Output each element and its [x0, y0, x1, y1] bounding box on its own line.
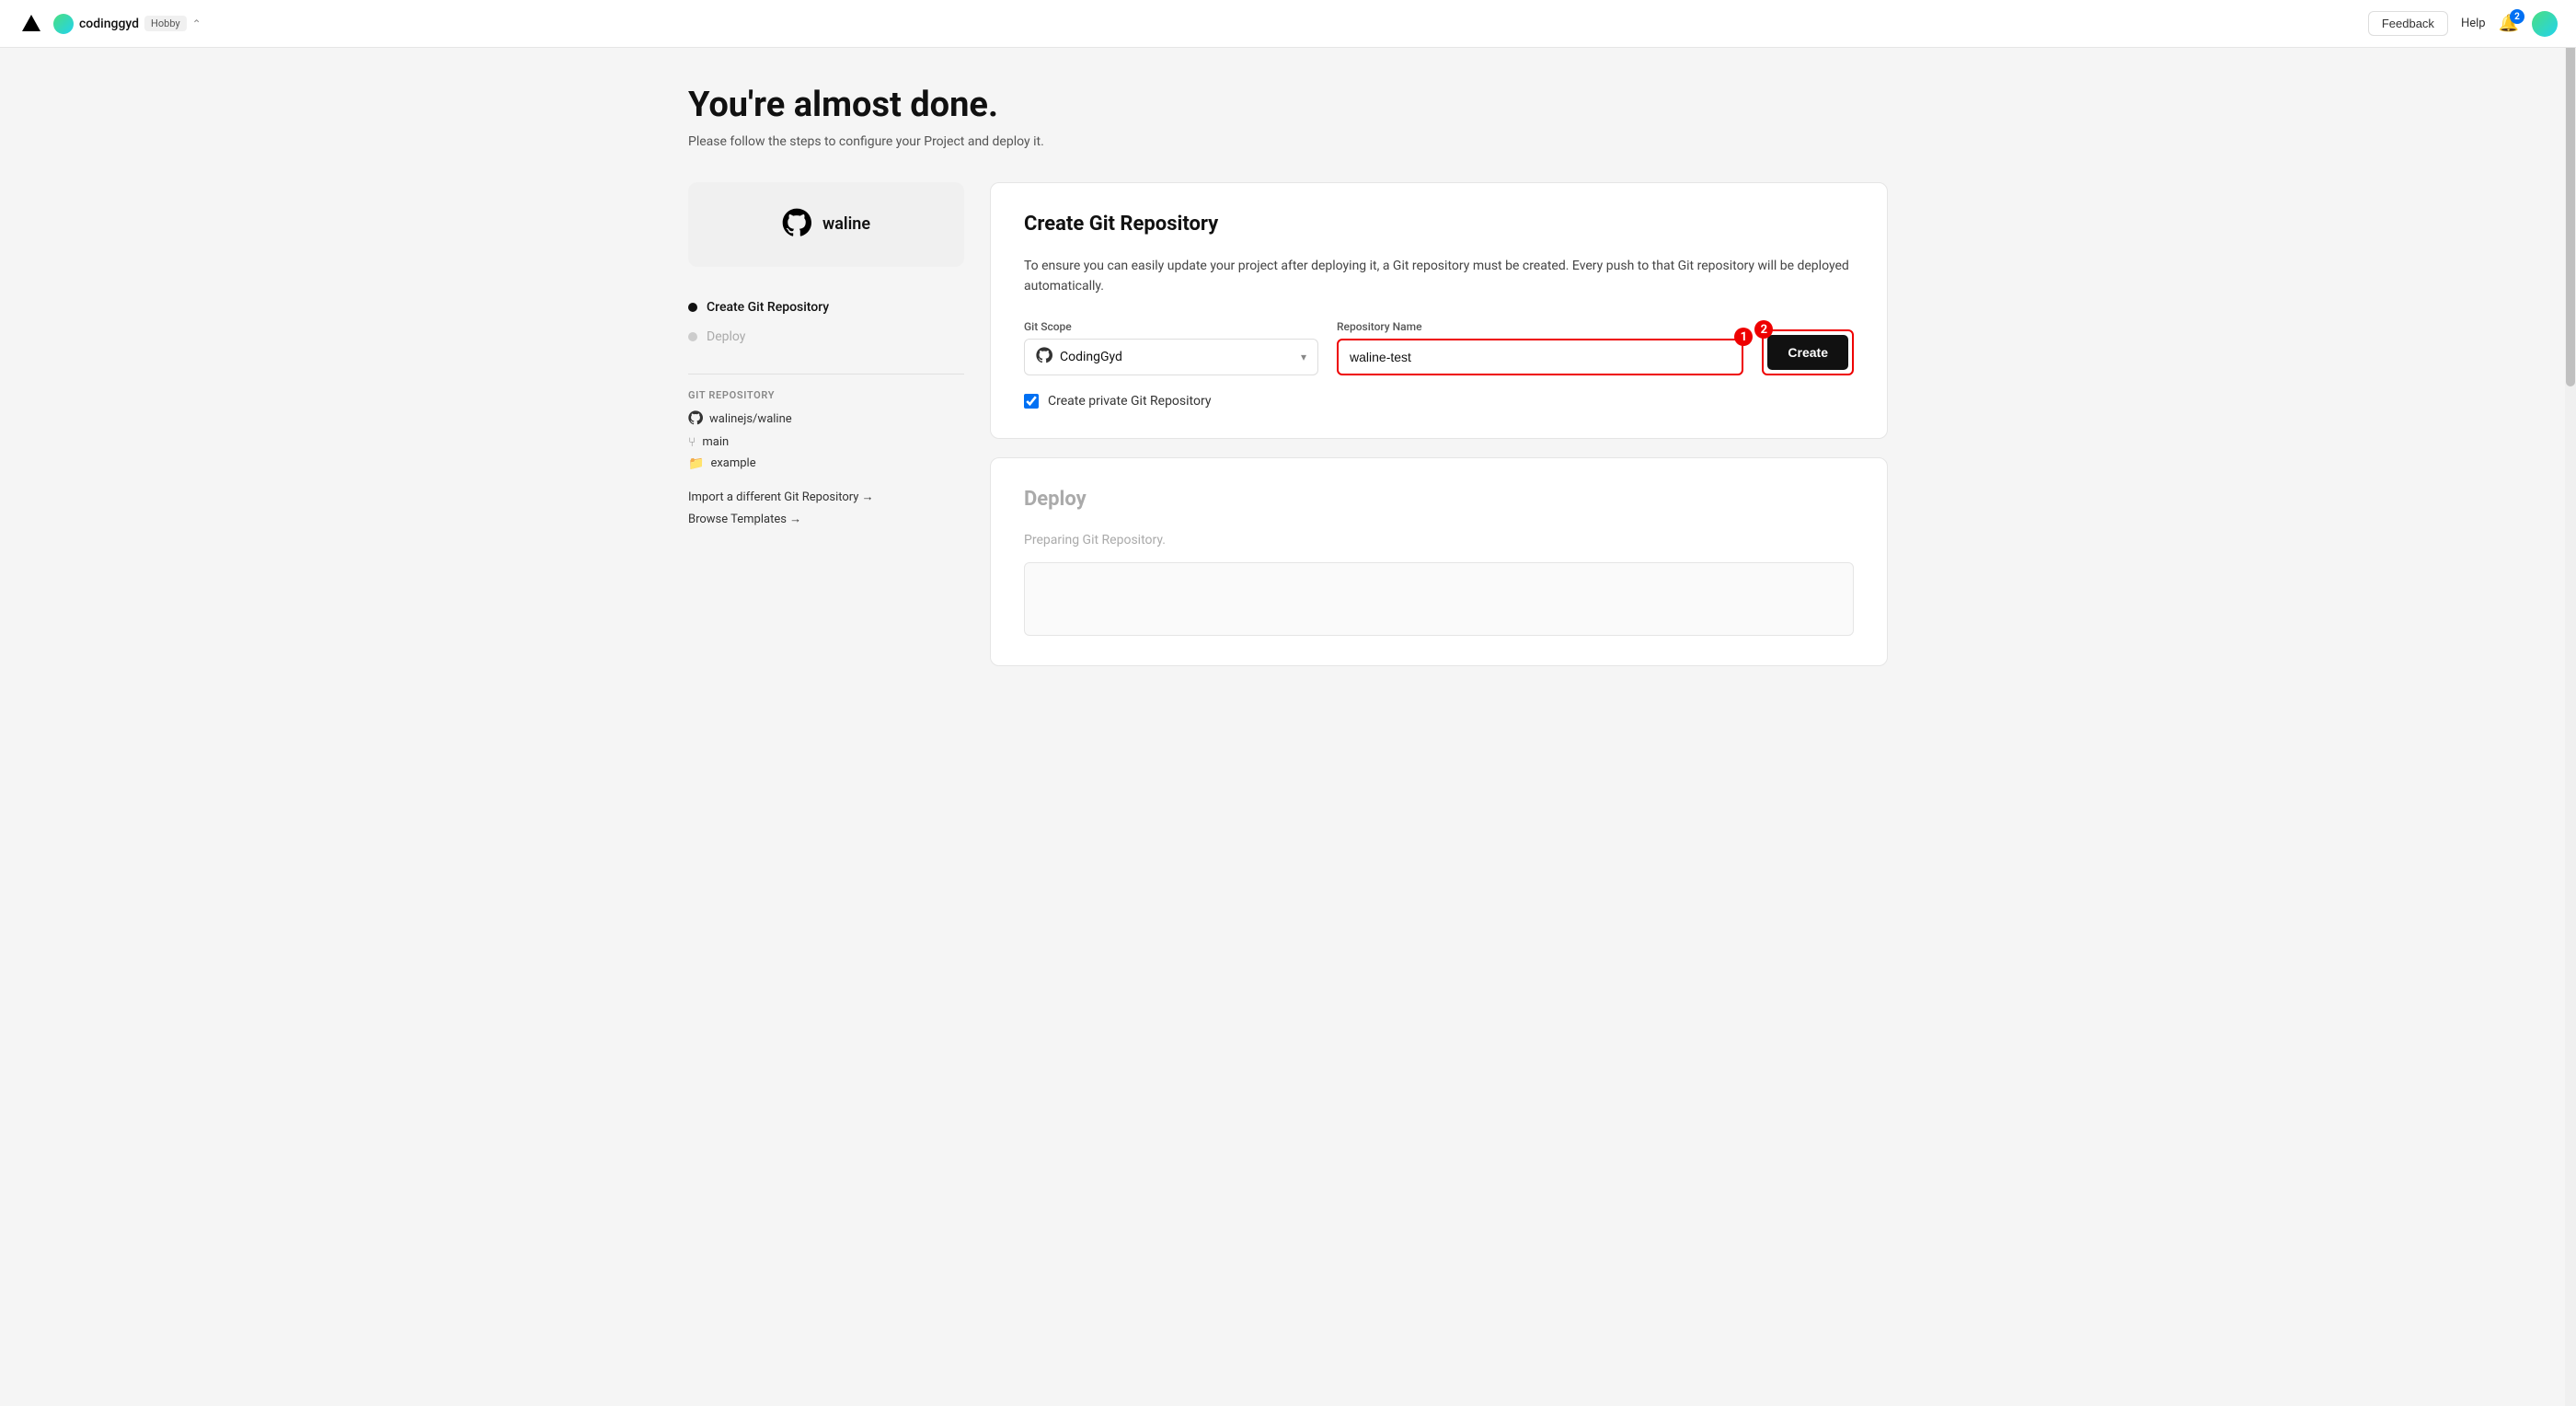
git-repo-section-label: GIT REPOSITORY: [688, 389, 964, 401]
form-row: Git Scope CodingGyd ▾ Repositor: [1024, 320, 1854, 375]
create-git-title: Create Git Repository: [1024, 213, 1854, 236]
repo-name-input[interactable]: [1337, 339, 1743, 375]
scope-chevron-icon: ▾: [1301, 351, 1306, 363]
left-sidebar: waline Create Git Repository Deploy GIT …: [688, 182, 964, 526]
branch-name: main: [702, 435, 729, 449]
git-folder-row: 📁 example: [688, 456, 964, 471]
repo-name-group: Repository Name 1: [1337, 320, 1743, 375]
git-scope-group: Git Scope CodingGyd ▾: [1024, 320, 1318, 375]
step-dot-active: [688, 303, 697, 312]
divider: [688, 374, 964, 375]
page-subtitle: Please follow the steps to configure you…: [688, 134, 1888, 149]
scrollbar-thumb[interactable]: [2566, 0, 2575, 386]
org-avatar: [53, 14, 74, 34]
step-label-deploy: Deploy: [707, 329, 745, 344]
steps-list: Create Git Repository Deploy: [688, 293, 964, 352]
deploy-preparing-text: Preparing Git Repository.: [1024, 533, 1854, 547]
topnav-left: codinggyd Hobby ⌃: [18, 11, 2368, 37]
create-git-desc: To ensure you can easily update your pro…: [1024, 256, 1854, 297]
deploy-log-box: [1024, 562, 1854, 636]
import-git-link[interactable]: Import a different Git Repository →: [688, 490, 964, 504]
create-button[interactable]: Create: [1767, 335, 1848, 370]
org-name: codinggyd: [79, 17, 139, 31]
branch-icon: ⑂: [688, 435, 696, 450]
git-scope-label: Git Scope: [1024, 320, 1318, 333]
git-scope-select[interactable]: CodingGyd ▾: [1024, 339, 1318, 375]
browse-templates-link[interactable]: Browse Templates →: [688, 512, 964, 526]
step-label-create-git: Create Git Repository: [707, 300, 829, 315]
folder-name: example: [710, 456, 755, 470]
user-avatar[interactable]: [2532, 11, 2558, 37]
deploy-card: Deploy Preparing Git Repository.: [990, 457, 1888, 666]
git-repo-info: walinejs/waline ⑂ main 📁 example: [688, 410, 964, 471]
vercel-logo[interactable]: [18, 11, 44, 37]
topnav: codinggyd Hobby ⌃ Feedback Help 🔔 2: [0, 0, 2576, 48]
create-private-checkbox[interactable]: [1024, 394, 1039, 409]
two-col-layout: waline Create Git Repository Deploy GIT …: [688, 182, 1888, 667]
git-branch-row: ⑂ main: [688, 435, 964, 450]
folder-icon: 📁: [688, 456, 704, 471]
repo-name-input-wrapper: 1: [1337, 339, 1743, 375]
step-deploy: Deploy: [688, 322, 964, 352]
project-name: waline: [822, 214, 870, 234]
project-card: waline: [688, 182, 964, 267]
create-btn-outline: 2 Create: [1762, 329, 1854, 375]
github-icon: [782, 208, 811, 241]
create-git-card: Create Git Repository To ensure you can …: [990, 182, 1888, 440]
sidebar-links: Import a different Git Repository → Brow…: [688, 490, 964, 526]
right-panel: Create Git Repository To ensure you can …: [990, 182, 1888, 667]
scrollbar-track[interactable]: [2565, 0, 2576, 1406]
create-private-label: Create private Git Repository: [1048, 394, 1211, 409]
create-private-row: Create private Git Repository: [1024, 394, 1854, 409]
repo-name-label: Repository Name: [1337, 320, 1743, 333]
scope-selected-value: CodingGyd: [1060, 350, 1294, 364]
github-scope-icon: [1036, 347, 1052, 367]
feedback-button[interactable]: Feedback: [2368, 11, 2448, 36]
github-small-icon: [688, 410, 703, 429]
chevron-down-icon: ⌃: [192, 17, 201, 30]
page-title: You're almost done.: [688, 85, 1888, 127]
notification-count: 2: [2510, 9, 2524, 24]
page-wrapper: You're almost done. Please follow the st…: [0, 48, 2576, 1406]
org-badge: Hobby: [144, 16, 187, 31]
git-repo-name: walinejs/waline: [709, 412, 792, 426]
org-selector[interactable]: codinggyd Hobby ⌃: [53, 14, 201, 34]
help-link[interactable]: Help: [2461, 17, 2486, 30]
notifications-bell[interactable]: 🔔 2: [2499, 14, 2519, 33]
annotation-1-badge: 1: [1734, 328, 1753, 346]
git-repo-link: walinejs/waline: [688, 410, 964, 429]
main-content: You're almost done. Please follow the st…: [644, 48, 1932, 1406]
step-create-git: Create Git Repository: [688, 293, 964, 322]
create-btn-wrapper: 2 Create: [1762, 329, 1854, 375]
deploy-card-title: Deploy: [1024, 488, 1854, 511]
topnav-right: Feedback Help 🔔 2: [2368, 11, 2558, 37]
step-dot-inactive: [688, 332, 697, 341]
